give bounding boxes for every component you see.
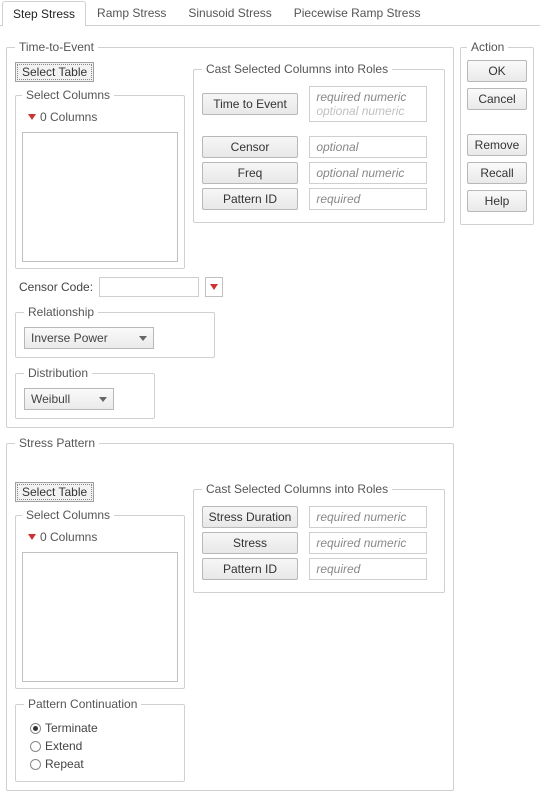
sp-select-columns-fieldset: Select Columns 0 Columns <box>15 508 185 689</box>
sp-roles-fieldset: Cast Selected Columns into Roles Stress … <box>193 482 445 593</box>
tab-bar: Step Stress Ramp Stress Sinusoid Stress … <box>0 0 540 26</box>
radio-label: Extend <box>45 739 82 753</box>
ok-button[interactable]: OK <box>467 60 527 82</box>
tab-step-stress[interactable]: Step Stress <box>2 1 86 26</box>
radio-icon <box>30 741 41 752</box>
relationship-legend: Relationship <box>24 305 98 319</box>
censor-code-menu-button[interactable] <box>205 277 223 297</box>
sp-role-stress-button[interactable]: Stress <box>202 532 298 554</box>
action-fieldset: Action OK Cancel Remove Recall Help <box>460 40 534 225</box>
distribution-dropdown[interactable]: Weibull <box>24 388 114 410</box>
tab-ramp-stress[interactable]: Ramp Stress <box>86 0 177 25</box>
censor-code-input[interactable] <box>99 277 199 297</box>
distribution-fieldset: Distribution Weibull <box>15 366 155 419</box>
tab-piecewise-ramp-stress[interactable]: Piecewise Ramp Stress <box>283 0 432 25</box>
pattern-continuation-legend: Pattern Continuation <box>24 697 141 711</box>
radio-icon <box>30 723 41 734</box>
sp-roles-legend: Cast Selected Columns into Roles <box>202 482 392 496</box>
pattern-opt-repeat[interactable]: Repeat <box>24 755 176 773</box>
sp-role-stress-target[interactable]: required numeric <box>309 532 427 554</box>
distribution-legend: Distribution <box>24 366 92 380</box>
tte-role-censor-target[interactable]: optional <box>309 136 427 158</box>
pattern-opt-extend[interactable]: Extend <box>24 737 176 755</box>
sp-columns-list[interactable] <box>22 552 178 682</box>
pattern-continuation-fieldset: Pattern Continuation Terminate Extend Re… <box>15 697 185 782</box>
distribution-value: Weibull <box>31 392 70 406</box>
chevron-down-icon <box>99 397 107 402</box>
sp-columns-count: 0 Columns <box>40 530 97 544</box>
sp-select-columns-legend: Select Columns <box>22 508 114 522</box>
tte-select-table-button[interactable]: Select Table <box>15 62 94 82</box>
tte-role-patternid-button[interactable]: Pattern ID <box>202 188 298 210</box>
tte-roles-fieldset: Cast Selected Columns into Roles Time to… <box>193 62 445 223</box>
recall-button[interactable]: Recall <box>467 162 527 184</box>
tte-roles-legend: Cast Selected Columns into Roles <box>202 62 392 76</box>
tte-role-freq-target[interactable]: optional numeric <box>309 162 427 184</box>
pattern-opt-terminate[interactable]: Terminate <box>24 719 176 737</box>
dropdown-icon <box>28 114 36 120</box>
sp-role-duration-target[interactable]: required numeric <box>309 506 427 528</box>
radio-label: Repeat <box>45 757 84 771</box>
censor-code-label: Censor Code: <box>19 280 93 294</box>
stress-pattern-fieldset: Stress Pattern Select Table Select Colum… <box>6 436 454 791</box>
tte-select-columns-legend: Select Columns <box>22 88 114 102</box>
relationship-value: Inverse Power <box>31 331 108 345</box>
dropdown-icon <box>28 534 36 540</box>
tte-role-time-to-event-button[interactable]: Time to Event <box>202 93 298 115</box>
remove-button[interactable]: Remove <box>467 134 527 156</box>
tte-role-patternid-target[interactable]: required <box>309 188 427 210</box>
relationship-dropdown[interactable]: Inverse Power <box>24 327 154 349</box>
time-to-event-legend: Time-to-Event <box>15 40 98 54</box>
hint-text: optional numeric <box>316 104 404 118</box>
sp-role-patternid-button[interactable]: Pattern ID <box>202 558 298 580</box>
dropdown-icon <box>210 284 218 290</box>
stress-pattern-legend: Stress Pattern <box>15 436 99 450</box>
help-button[interactable]: Help <box>467 190 527 212</box>
radio-icon <box>30 759 41 770</box>
radio-label: Terminate <box>45 721 98 735</box>
tte-role-time-to-event-target[interactable]: required numeric optional numeric <box>309 86 427 122</box>
cancel-button[interactable]: Cancel <box>467 88 527 110</box>
sp-role-duration-button[interactable]: Stress Duration <box>202 506 298 528</box>
tte-columns-count: 0 Columns <box>40 110 97 124</box>
action-legend: Action <box>467 40 508 54</box>
tte-select-columns-fieldset: Select Columns 0 Columns <box>15 88 185 269</box>
tte-columns-menu[interactable]: 0 Columns <box>22 106 178 128</box>
tte-columns-list[interactable] <box>22 132 178 262</box>
sp-select-table-button[interactable]: Select Table <box>15 482 94 502</box>
sp-columns-menu[interactable]: 0 Columns <box>22 526 178 548</box>
hint-text: required numeric <box>316 90 406 104</box>
sp-role-patternid-target[interactable]: required <box>309 558 427 580</box>
tte-role-censor-button[interactable]: Censor <box>202 136 298 158</box>
tab-sinusoid-stress[interactable]: Sinusoid Stress <box>177 0 282 25</box>
time-to-event-fieldset: Time-to-Event Select Table Select Column… <box>6 40 454 428</box>
chevron-down-icon <box>139 336 147 341</box>
relationship-fieldset: Relationship Inverse Power <box>15 305 215 358</box>
tte-role-freq-button[interactable]: Freq <box>202 162 298 184</box>
